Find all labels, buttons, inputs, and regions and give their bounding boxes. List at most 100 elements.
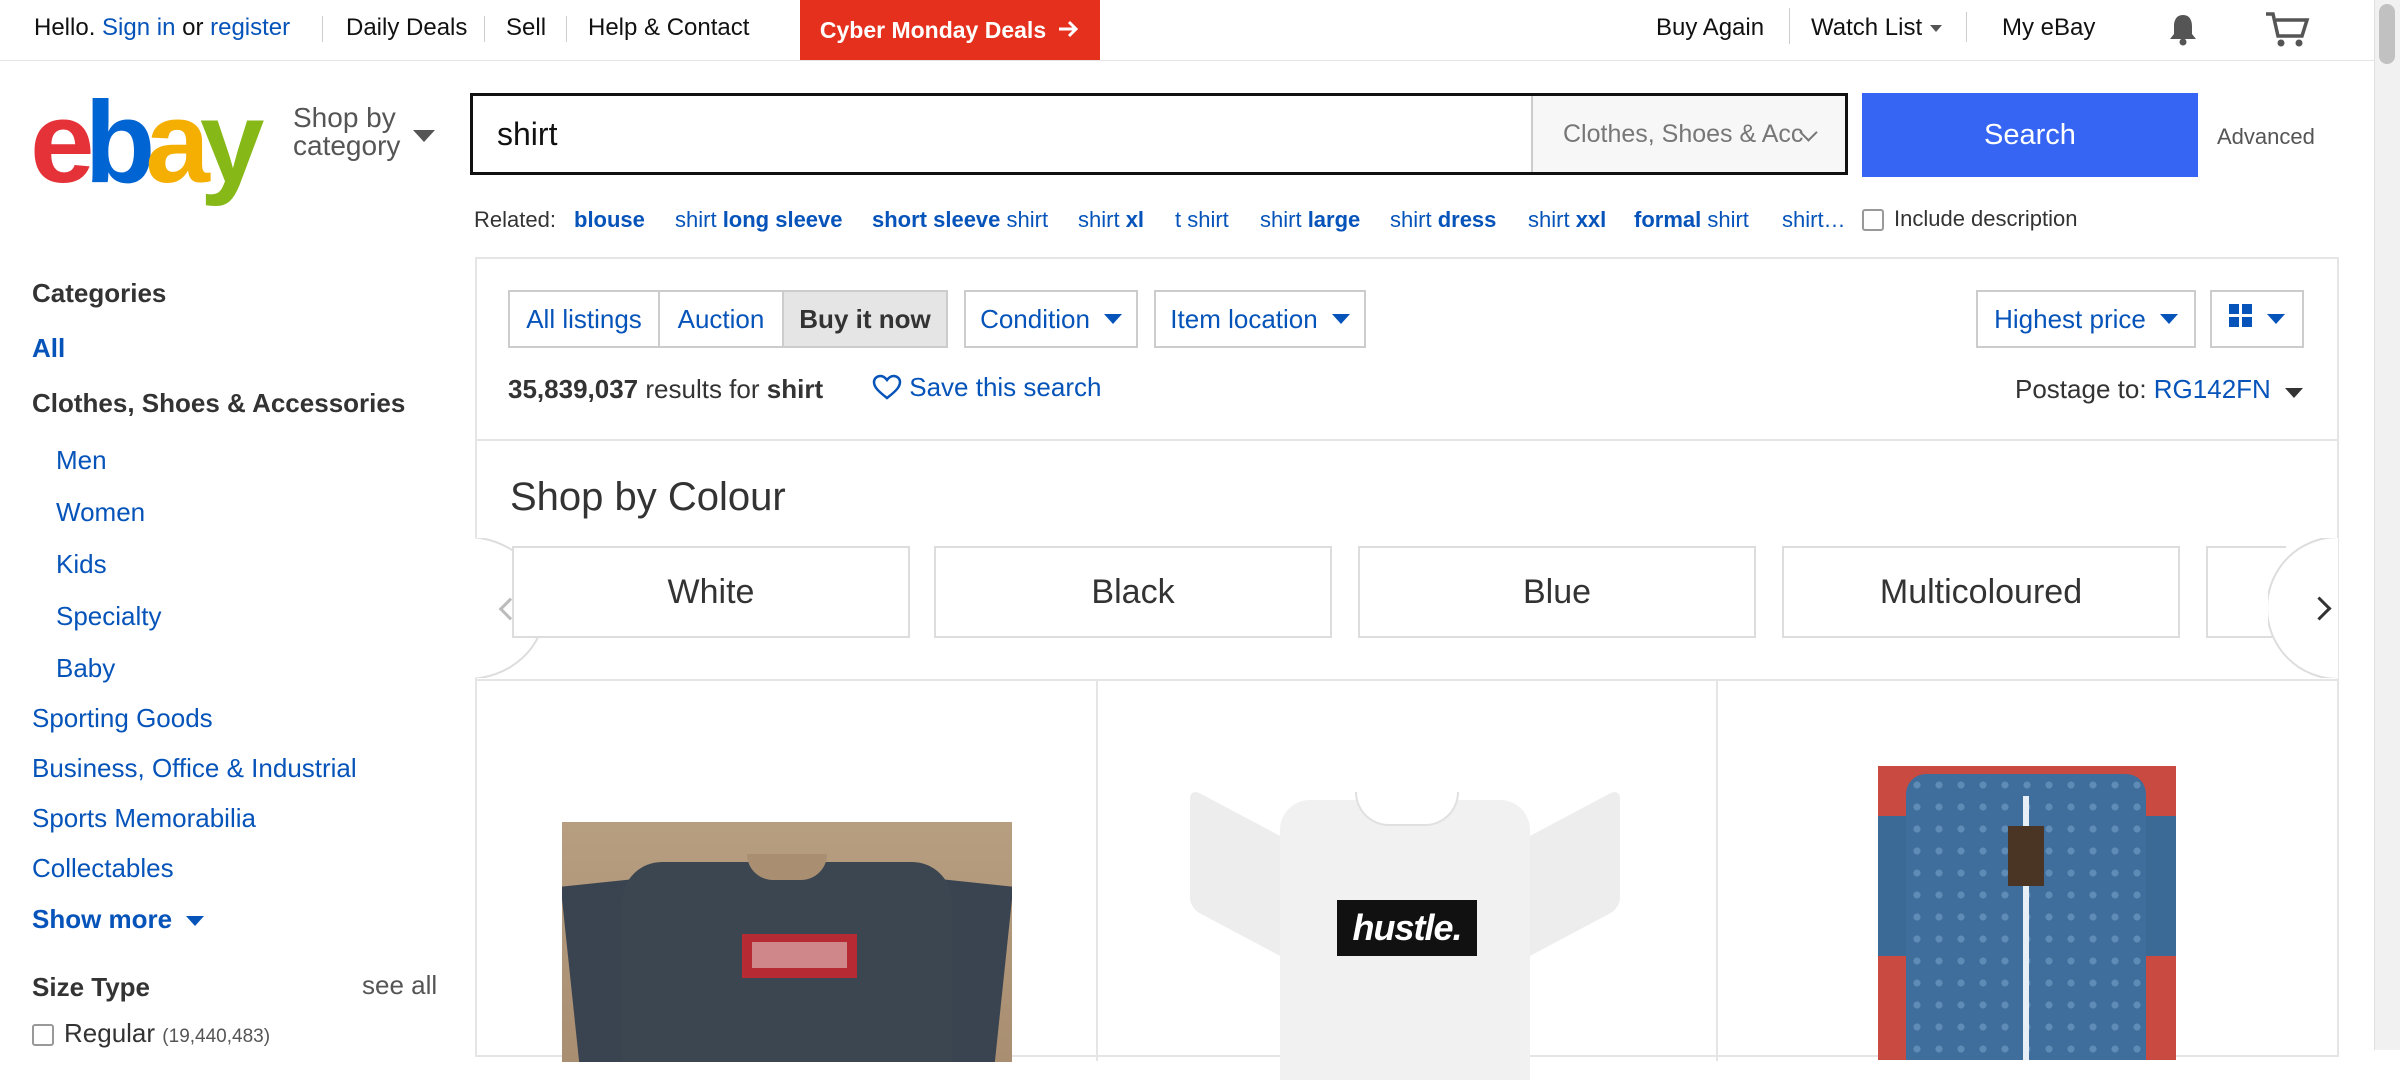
related-search-text: shirt	[675, 207, 723, 232]
search-bar: Clothes, Shoes & Acc	[470, 93, 1848, 175]
watch-list-label: Watch List	[1811, 14, 1923, 41]
watch-list-link[interactable]: Watch List	[1811, 14, 1943, 42]
related-search-link[interactable]: formal shirt	[1634, 207, 1749, 233]
see-all-link[interactable]: see all	[362, 970, 437, 1001]
related-search-text: shirt	[1078, 207, 1126, 232]
chevron-down-icon	[1930, 25, 1943, 33]
category-business-office[interactable]: Business, Office & Industrial	[32, 753, 357, 784]
shop-by-category-button[interactable]: Shop by category	[293, 104, 400, 160]
chevron-down-icon	[1331, 314, 1350, 324]
colour-chip-black[interactable]: Black	[934, 546, 1332, 638]
sort-dropdown[interactable]: Highest price	[1976, 290, 2196, 348]
save-search-label: Save this search	[909, 372, 1102, 402]
size-option-regular[interactable]: Regular (19,440,483)	[32, 1018, 270, 1049]
subcategory-specialty[interactable]: Specialty	[56, 601, 162, 632]
related-search-link[interactable]: shirt…	[1782, 207, 1846, 233]
related-search-link[interactable]: short sleeve shirt	[872, 207, 1048, 233]
related-search-text: shirt…	[1782, 207, 1846, 232]
scrollbar[interactable]	[2374, 0, 2400, 1050]
search-input[interactable]	[473, 96, 1528, 172]
register-link[interactable]: register	[210, 14, 290, 41]
category-select-value: Clothes, Shoes & Acc	[1563, 119, 1804, 148]
item-location-label: Item location	[1170, 303, 1318, 334]
shop-by-line2: category	[293, 130, 401, 161]
related-search-link[interactable]: shirt dress	[1390, 207, 1496, 233]
shop-by-line1: Shop by	[293, 102, 396, 133]
result-count: 35,839,037 results for shirt	[508, 374, 823, 405]
cyber-monday-banner[interactable]: Cyber Monday Deals	[800, 0, 1100, 60]
show-more-button[interactable]: Show more	[32, 904, 205, 935]
greeting: Hello. Sign in or register	[34, 14, 290, 42]
ebay-logo[interactable]: ebay	[30, 77, 264, 207]
related-search-link[interactable]: shirt xxl	[1528, 207, 1606, 233]
top-nav-bar: Hello. Sign in or register Daily Deals S…	[0, 0, 2374, 61]
subcategory-kids[interactable]: Kids	[56, 549, 107, 580]
product-image-3[interactable]	[1878, 766, 2176, 1060]
buy-again-link[interactable]: Buy Again	[1656, 14, 1764, 42]
chevron-right-icon	[2307, 596, 2332, 621]
size-type-heading: Size Type	[32, 972, 151, 1002]
view-toggle-dropdown[interactable]	[2210, 290, 2304, 348]
tab-all-listings[interactable]: All listings	[508, 290, 660, 348]
category-collectables[interactable]: Collectables	[32, 853, 174, 884]
chevron-down-icon	[2284, 388, 2303, 398]
bell-icon[interactable]	[2166, 12, 2200, 53]
colour-chip-blue[interactable]: Blue	[1358, 546, 1756, 638]
sell-link[interactable]: Sell	[506, 14, 546, 42]
current-category[interactable]: Clothes, Shoes & Accessories	[32, 388, 405, 419]
category-select[interactable]: Clothes, Shoes & Acc	[1531, 96, 1845, 172]
divider	[322, 16, 323, 42]
size-option-count: (19,440,483)	[162, 1026, 271, 1047]
related-search-text: shirt	[1390, 207, 1438, 232]
product-image-1[interactable]	[562, 822, 1012, 1062]
tab-auction[interactable]: Auction	[658, 290, 784, 348]
search-button[interactable]: Search	[1862, 93, 2198, 177]
results-for-text: results for	[645, 374, 760, 404]
related-search-link[interactable]: shirt long sleeve	[675, 207, 843, 233]
show-more-label: Show more	[32, 904, 173, 934]
subcategory-baby[interactable]: Baby	[56, 653, 115, 684]
colour-chip-multicoloured[interactable]: Multicoloured	[1782, 546, 2180, 638]
tab-buy-it-now[interactable]: Buy it now	[782, 290, 948, 348]
subcategory-women[interactable]: Women	[56, 497, 145, 528]
categories-heading: Categories	[32, 278, 167, 308]
save-search-button[interactable]: Save this search	[872, 372, 1101, 403]
related-search-text: large	[1307, 207, 1361, 232]
related-search-link[interactable]: blouse	[574, 207, 645, 233]
colour-chip-white[interactable]: White	[512, 546, 910, 638]
grid-view-icon	[2229, 303, 2253, 335]
size-regular-checkbox[interactable]	[32, 1024, 54, 1047]
postcode-link[interactable]: RG142FN	[2154, 374, 2271, 404]
help-contact-link[interactable]: Help & Contact	[588, 14, 749, 42]
logo-letter-a: a	[145, 77, 209, 207]
related-label: Related:	[474, 207, 556, 232]
category-sporting-goods[interactable]: Sporting Goods	[32, 703, 213, 734]
divider	[477, 439, 2337, 441]
related-search-text: dress	[1437, 207, 1497, 232]
include-description-checkbox[interactable]	[1862, 209, 1884, 232]
item-location-dropdown[interactable]: Item location	[1154, 290, 1366, 348]
subcategory-men[interactable]: Men	[56, 445, 107, 476]
category-sports-memorabilia[interactable]: Sports Memorabilia	[32, 803, 256, 834]
related-search-text: shirt	[1701, 207, 1749, 232]
my-ebay-link[interactable]: My eBay	[2002, 14, 2095, 42]
product-image-2[interactable]: hustle.	[1190, 780, 1620, 1080]
include-description-option[interactable]: Include description	[1862, 206, 2077, 232]
advanced-search-link[interactable]: Advanced	[2217, 124, 2315, 150]
sort-label: Highest price	[1994, 303, 2146, 334]
postage-location[interactable]: Postage to: RG142FN	[2015, 374, 2303, 405]
condition-dropdown[interactable]: Condition	[964, 290, 1138, 348]
related-search-text: shirt	[1528, 207, 1576, 232]
tee-print: hustle.	[1337, 900, 1477, 956]
cart-icon[interactable]	[2264, 10, 2310, 55]
sign-in-link[interactable]: Sign in	[102, 14, 175, 41]
daily-deals-link[interactable]: Daily Deals	[346, 14, 467, 42]
related-search-link[interactable]: shirt large	[1260, 207, 1360, 233]
category-all-link[interactable]: All	[32, 333, 65, 364]
related-search-link[interactable]: shirt xl	[1078, 207, 1144, 233]
scrollbar-thumb[interactable]	[2379, 4, 2395, 64]
logo-letter-y: y	[199, 77, 264, 207]
related-search-text: long sleeve	[722, 207, 843, 232]
chevron-down-icon[interactable]	[413, 130, 435, 142]
related-search-link[interactable]: t shirt	[1175, 207, 1229, 233]
